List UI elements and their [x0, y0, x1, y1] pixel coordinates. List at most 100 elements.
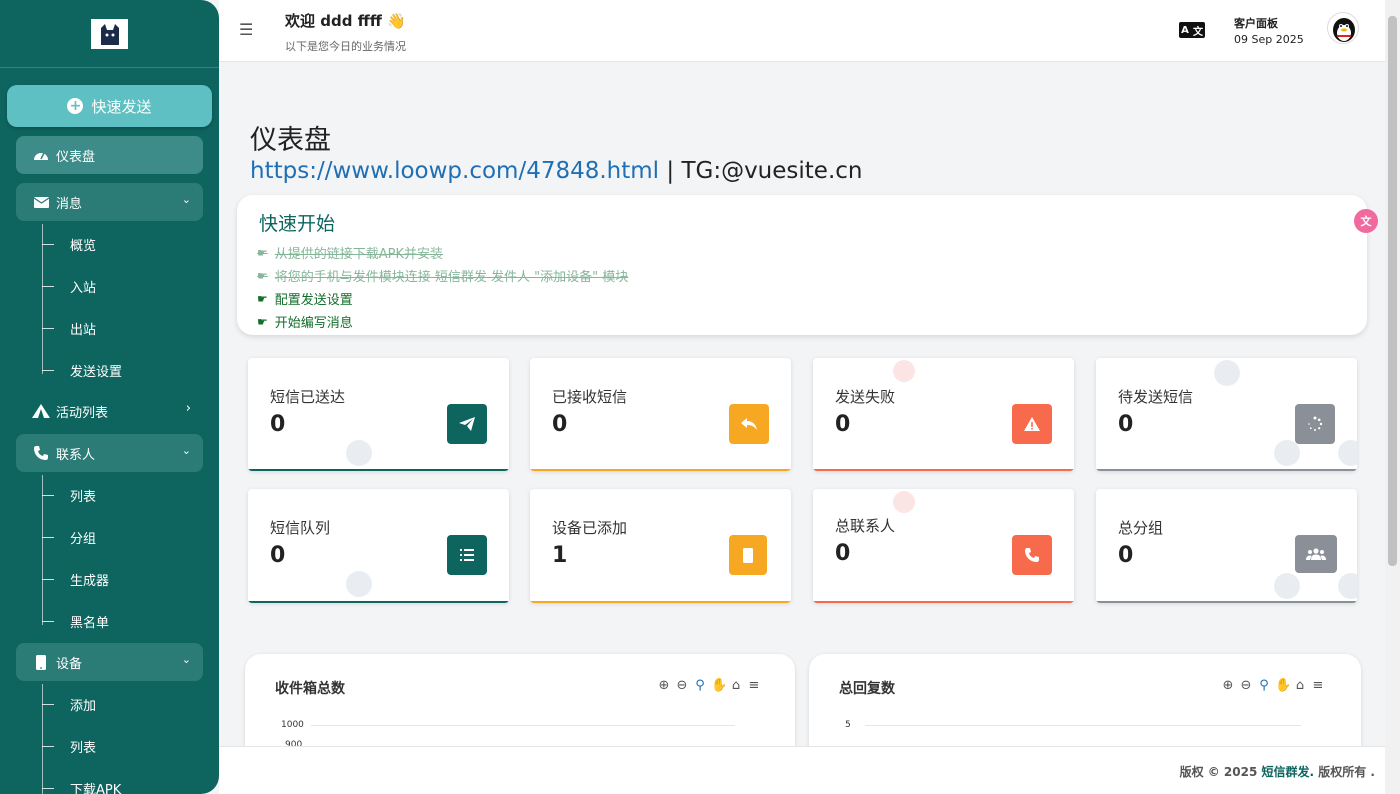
- stat-card-pending[interactable]: 待发送短信 0: [1096, 358, 1357, 471]
- sidebar-item-campaigns[interactable]: 活动列表 ›: [16, 392, 203, 430]
- phone-icon: [1012, 535, 1052, 575]
- sidebar-item-devices[interactable]: 设备 ⌄: [16, 643, 203, 681]
- step-text: 从提供的链接下载APK并安装: [274, 247, 444, 262]
- pan-hand-icon[interactable]: ✋: [711, 678, 727, 693]
- page-link-line: https://www.loowp.com/47848.html | TG:@v…: [250, 158, 862, 184]
- stat-label: 短信队列: [270, 519, 331, 537]
- chevron-down-icon: ⌄: [181, 653, 191, 666]
- mobile-icon: [32, 654, 50, 670]
- sidebar-sub-outbound[interactable]: 出站: [42, 317, 96, 339]
- copyright-brand[interactable]: 短信群发.: [1262, 765, 1315, 779]
- sidebar-sub-send-settings[interactable]: 发送设置: [42, 359, 122, 381]
- envelope-icon: [32, 196, 50, 208]
- users-icon: [1295, 535, 1337, 573]
- chevron-right-icon: ›: [185, 401, 191, 416]
- campaign-icon: [32, 404, 50, 418]
- sidebar-item-label: 活动列表: [56, 405, 109, 421]
- tick-label: 1000: [281, 720, 304, 730]
- stat-label: 已接收短信: [552, 388, 628, 406]
- pointing-hand-icon: ☛: [257, 268, 268, 283]
- sub-label: 概览: [70, 238, 97, 254]
- quick-step: ☛ 从提供的链接下载APK并安装: [257, 243, 444, 263]
- plus-icon: +: [67, 98, 84, 114]
- sidebar-sub-generator[interactable]: 生成器: [42, 568, 109, 590]
- sub-label: 发送设置: [70, 364, 123, 380]
- chevron-down-icon: ⌄: [181, 193, 191, 206]
- home-icon[interactable]: ⌂: [729, 678, 743, 693]
- sidebar-sub-add-device[interactable]: 添加: [42, 693, 96, 715]
- dashboard-icon: [32, 148, 50, 162]
- zoom-in-icon[interactable]: ⊕: [657, 678, 671, 693]
- sub-label: 列表: [70, 740, 97, 756]
- external-link[interactable]: https://www.loowp.com/47848.html: [250, 158, 659, 184]
- pointing-hand-icon: ☛: [257, 314, 268, 329]
- zoom-out-icon[interactable]: ⊖: [1239, 678, 1253, 693]
- menu-icon[interactable]: ☰: [239, 20, 253, 39]
- reply-icon: [729, 404, 769, 444]
- chart-title: 总回复数: [839, 681, 895, 697]
- menu-icon[interactable]: ≡: [747, 678, 761, 693]
- magnifier-icon[interactable]: ⚲: [1257, 678, 1271, 693]
- sidebar-item-label: 联系人: [56, 447, 96, 463]
- stat-value: 0: [270, 543, 286, 568]
- home-icon[interactable]: ⌂: [1293, 678, 1307, 693]
- stat-card-groups[interactable]: 总分组 0: [1096, 489, 1357, 603]
- logo-area: [0, 0, 219, 68]
- sidebar-item-dashboard[interactable]: 仪表盘: [16, 136, 203, 174]
- sidebar-sub-blacklist[interactable]: 黑名单: [42, 610, 109, 632]
- stat-label: 总联系人: [835, 517, 896, 535]
- stat-label: 发送失败: [835, 388, 896, 406]
- sidebar-sub-groups[interactable]: 分组: [42, 526, 96, 548]
- pan-hand-icon[interactable]: ✋: [1275, 678, 1291, 693]
- stat-card-delivered[interactable]: 短信已送达 0: [248, 358, 509, 471]
- stat-card-devices[interactable]: 设备已添加 1: [530, 489, 791, 603]
- quick-step[interactable]: ☛ 开始编写消息: [257, 312, 353, 332]
- sidebar-item-messages[interactable]: 消息 ⌄: [16, 183, 203, 221]
- sidebar-sub-device-list[interactable]: 列表: [42, 735, 96, 757]
- sub-label: 出站: [70, 322, 97, 338]
- sub-label: 入站: [70, 280, 97, 296]
- language-icon[interactable]: A文: [1179, 22, 1205, 38]
- list-icon: [447, 535, 487, 575]
- scroll-thumb[interactable]: [1388, 16, 1397, 566]
- sidebar-item-label: 仪表盘: [56, 149, 96, 165]
- sub-label: 生成器: [70, 573, 110, 589]
- zoom-in-icon[interactable]: ⊕: [1221, 678, 1235, 693]
- mobile-icon: [729, 535, 767, 575]
- step-text: 配置发送设置: [274, 293, 353, 308]
- stat-label: 总分组: [1118, 519, 1164, 537]
- top-header: ☰ 欢迎 ddd ffff 👋 以下是您今日的业务情况 A文 客户面板 09 S…: [219, 0, 1385, 62]
- magnifier-icon[interactable]: ⚲: [693, 678, 707, 693]
- sidebar-sub-inbound[interactable]: 入站: [42, 275, 96, 297]
- quick-send-label: 快速发送: [91, 97, 152, 116]
- stat-card-received[interactable]: 已接收短信 0: [530, 358, 791, 471]
- sidebar: + 快速发送 仪表盘 消息 ⌄ 概览 入站 出站 发送设置 活动列表 › 联系人…: [0, 0, 219, 794]
- sidebar-sub-overview[interactable]: 概览: [42, 233, 96, 255]
- page-scrollbar[interactable]: [1385, 0, 1400, 794]
- stat-card-failed[interactable]: 发送失败 0: [813, 358, 1074, 471]
- stat-value: 0: [835, 541, 851, 566]
- avatar[interactable]: [1327, 12, 1359, 44]
- sidebar-sub-download-apk[interactable]: 下载APK: [42, 777, 121, 794]
- quick-step[interactable]: ☛ 配置发送设置: [257, 289, 353, 309]
- sidebar-sub-contact-list[interactable]: 列表: [42, 484, 96, 506]
- translate-icon[interactable]: 文: [1354, 209, 1378, 233]
- spinner-icon: [1295, 404, 1335, 444]
- stat-card-contacts[interactable]: 总联系人 0: [813, 489, 1074, 603]
- chevron-down-icon: ⌄: [181, 444, 191, 457]
- stat-value: 0: [835, 412, 851, 437]
- quick-send-button[interactable]: + 快速发送: [7, 85, 212, 127]
- welcome-subtitle: 以下是您今日的业务情况: [285, 40, 406, 53]
- paper-plane-icon: [447, 404, 487, 444]
- step-text: 将您的手机与发件模块连接 短信群发 发件人 "添加设备" 模块: [274, 270, 629, 285]
- footer: 版权 © 2025 短信群发. 版权所有 .: [219, 746, 1385, 794]
- menu-icon[interactable]: ≡: [1311, 678, 1325, 693]
- stat-card-queue[interactable]: 短信队列 0: [248, 489, 509, 603]
- pointing-hand-icon: ☛: [257, 245, 268, 260]
- pointing-hand-icon: ☛: [257, 291, 268, 306]
- zoom-out-icon[interactable]: ⊖: [675, 678, 689, 693]
- sub-label: 添加: [70, 698, 97, 714]
- tick-label: 5: [845, 720, 851, 730]
- sidebar-item-contacts[interactable]: 联系人 ⌄: [16, 434, 203, 472]
- logo[interactable]: [91, 18, 128, 49]
